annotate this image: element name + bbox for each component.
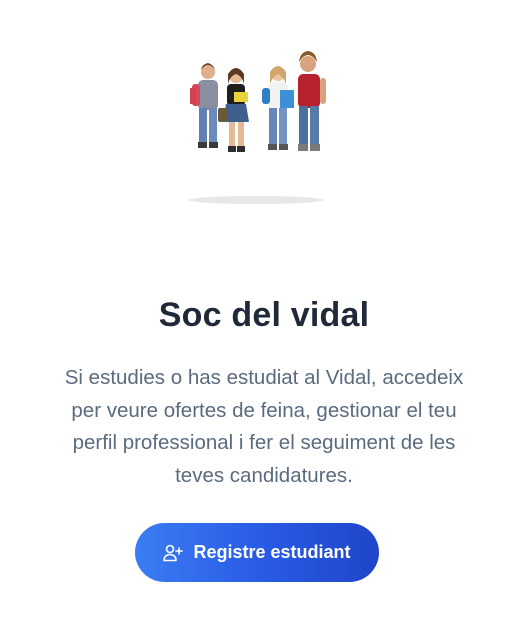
user-plus-icon	[163, 544, 184, 562]
register-student-label: Registre estudiant	[193, 542, 351, 562]
card-description: Si estudies o has estudiat al Vidal, acc…	[64, 366, 464, 487]
students-illustration	[178, 48, 338, 208]
card-title: Soc del vidal	[158, 296, 370, 334]
register-student-button[interactable]: Registre estudiant	[135, 523, 379, 582]
